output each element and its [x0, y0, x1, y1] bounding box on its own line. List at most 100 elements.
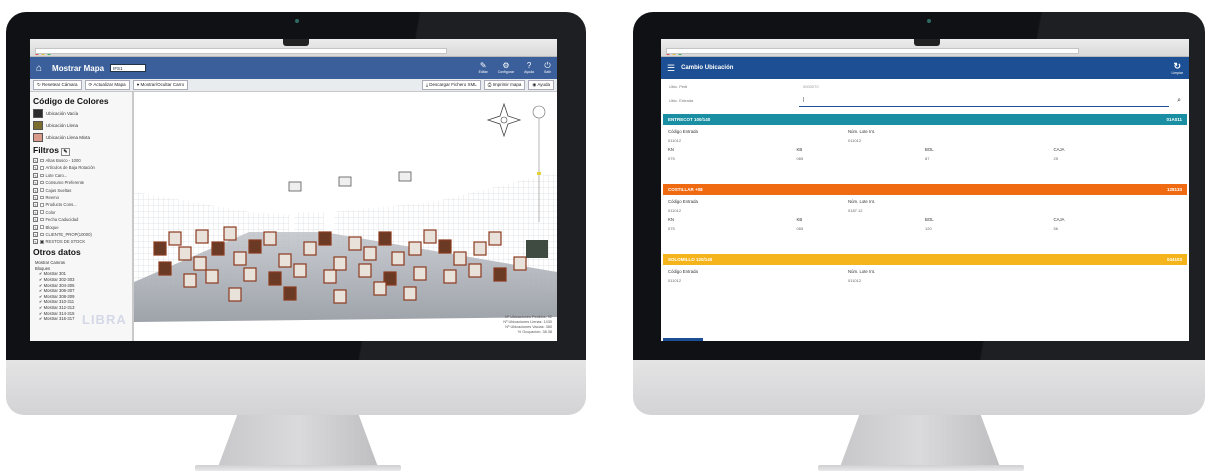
- pallet-box[interactable]: [318, 231, 332, 246]
- filter-row[interactable]: ✎ Consumo Preferente: [33, 180, 129, 186]
- filter-checkbox[interactable]: [40, 158, 44, 163]
- pallet-box[interactable]: [513, 256, 527, 271]
- entry-location-input[interactable]: |: [799, 94, 1169, 107]
- toolbar-button[interactable]: ● Mostrar/Ocultar Carro: [132, 80, 189, 90]
- filter-checkbox[interactable]: [40, 232, 44, 237]
- pallet-box[interactable]: [278, 253, 292, 268]
- filter-row[interactable]: ✎ RESTOS DE STOCK: [33, 239, 129, 245]
- forklift-cart[interactable]: [526, 240, 548, 258]
- pallet-box[interactable]: [413, 266, 427, 281]
- pallet-box[interactable]: [283, 286, 297, 301]
- rack-box[interactable]: [398, 171, 412, 182]
- rack-box[interactable]: [338, 176, 352, 187]
- toolbar-button[interactable]: ⟳ Actualizar Mapa: [84, 80, 130, 90]
- pallet-box[interactable]: [183, 273, 197, 288]
- pallet-box[interactable]: [493, 267, 507, 282]
- pallet-box[interactable]: [193, 256, 207, 271]
- address-bar[interactable]: [35, 48, 447, 54]
- edit-icon[interactable]: ✎: [33, 217, 38, 223]
- filter-row[interactable]: ✎ Bloque: [33, 224, 129, 230]
- power-button[interactable]: ⏻ Salir: [544, 62, 551, 75]
- pallet-box[interactable]: [408, 241, 422, 256]
- warehouse-3d-canvas[interactable]: [134, 92, 557, 341]
- filter-checkbox[interactable]: [40, 166, 44, 170]
- edit-icon[interactable]: ✎: [33, 158, 38, 163]
- pallet-box[interactable]: [178, 246, 192, 261]
- pallet-box[interactable]: [268, 271, 282, 286]
- edit-icon[interactable]: ✎: [33, 187, 38, 193]
- warehouse-3d-view[interactable]: Nº Ubicaciones Pedidos: 92 Nº Ubicaciones…: [134, 92, 557, 341]
- pallet-box[interactable]: [248, 239, 262, 254]
- search-icon[interactable]: ⌕: [1169, 97, 1181, 105]
- pallet-box[interactable]: [378, 231, 392, 246]
- pallet-box[interactable]: [423, 229, 437, 244]
- filter-checkbox[interactable]: [40, 173, 44, 178]
- edit-icon[interactable]: ✎: [33, 209, 38, 215]
- pallet-box[interactable]: [453, 251, 467, 266]
- pallet-box[interactable]: [403, 286, 417, 301]
- pallet-box[interactable]: [443, 269, 457, 284]
- filter-row[interactable]: ✎ CLIENTE_PROP(10000): [33, 231, 129, 237]
- filter-row[interactable]: ✎ Reemo: [33, 194, 129, 200]
- filter-checkbox[interactable]: [40, 180, 44, 185]
- pallet-box[interactable]: [153, 241, 167, 256]
- filter-row[interactable]: ✎ Producto Cons...: [33, 202, 129, 208]
- toolbar-button[interactable]: ⤓ Descargar Fichero XML: [422, 80, 481, 90]
- pallet-box[interactable]: [333, 256, 347, 271]
- pallet-box[interactable]: [168, 231, 182, 246]
- edit-button[interactable]: ✎ Editar: [479, 62, 488, 75]
- edit-icon[interactable]: ✎: [33, 165, 38, 171]
- refresh-button[interactable]: ↻ Limpiar: [1172, 61, 1183, 75]
- pallet-box[interactable]: [488, 231, 502, 246]
- pallet-box[interactable]: [293, 263, 307, 278]
- menu-icon[interactable]: ☰: [667, 63, 675, 74]
- pallet-box[interactable]: [243, 267, 257, 282]
- edit-icon[interactable]: ✎: [61, 148, 70, 156]
- filter-checkbox[interactable]: [40, 225, 44, 229]
- pallet-box[interactable]: [158, 261, 172, 276]
- pallet-box[interactable]: [303, 241, 317, 256]
- help-button[interactable]: ? Ayuda: [524, 62, 534, 75]
- pallet-box[interactable]: [223, 226, 237, 241]
- pallet-box[interactable]: [373, 281, 387, 296]
- pallet-box[interactable]: [263, 231, 277, 246]
- pallet-box[interactable]: [363, 246, 377, 261]
- pallet-box[interactable]: [391, 251, 405, 266]
- edit-icon[interactable]: ✎: [33, 224, 38, 230]
- pallet-box[interactable]: [358, 263, 372, 278]
- filter-checkbox[interactable]: [40, 203, 44, 207]
- filter-checkbox[interactable]: [40, 210, 44, 214]
- pallet-box[interactable]: [211, 241, 225, 256]
- filter-checkbox[interactable]: [40, 217, 44, 222]
- pallet-box[interactable]: [205, 269, 219, 284]
- filter-row[interactable]: ✎ Cajas Sueltas: [33, 187, 129, 193]
- toolbar-button[interactable]: ◉ Ayuda: [528, 80, 554, 90]
- pallet-box[interactable]: [323, 269, 337, 284]
- product-card[interactable]: COSTILLAR +08 128133 Código Entrada 011012 N…: [663, 184, 1187, 244]
- pallet-box[interactable]: [438, 239, 452, 254]
- pallet-box[interactable]: [468, 263, 482, 278]
- filter-row[interactable]: ✎ Lote Caro...: [33, 172, 129, 178]
- filter-checkbox[interactable]: [40, 188, 44, 192]
- product-card[interactable]: SOLOMILLO 120/140 044103 Código Entrada 011…: [663, 254, 1187, 296]
- toolbar-button[interactable]: ↻ Resetear Cámara: [33, 80, 82, 90]
- pallet-box[interactable]: [228, 287, 242, 302]
- filter-row[interactable]: ✎ Color: [33, 209, 129, 215]
- toolbar-button[interactable]: ⎙ Imprimir mapa: [483, 80, 526, 90]
- address-bar[interactable]: [666, 48, 1079, 54]
- filter-checkbox[interactable]: [40, 240, 44, 244]
- navigation-compass-icon[interactable]: [486, 102, 522, 138]
- edit-icon[interactable]: ✎: [33, 239, 38, 245]
- edit-icon[interactable]: ✎: [33, 194, 38, 200]
- product-card[interactable]: ENTRECOT 100/140 01A011 Código Entrada 0110…: [663, 114, 1187, 174]
- rack-box[interactable]: [288, 181, 302, 192]
- home-icon[interactable]: ⌂: [36, 63, 42, 74]
- pallet-box[interactable]: [333, 289, 347, 304]
- filter-row[interactable]: ✎ Fecha Caducidad: [33, 217, 129, 223]
- pallet-box[interactable]: [348, 236, 362, 251]
- filter-row[interactable]: ✎ Altas Bosco - 1000: [33, 158, 129, 163]
- pallet-box[interactable]: [195, 229, 209, 244]
- map-select[interactable]: IFS1: [110, 64, 147, 72]
- edit-icon[interactable]: ✎: [33, 172, 38, 178]
- pallet-box[interactable]: [473, 241, 487, 256]
